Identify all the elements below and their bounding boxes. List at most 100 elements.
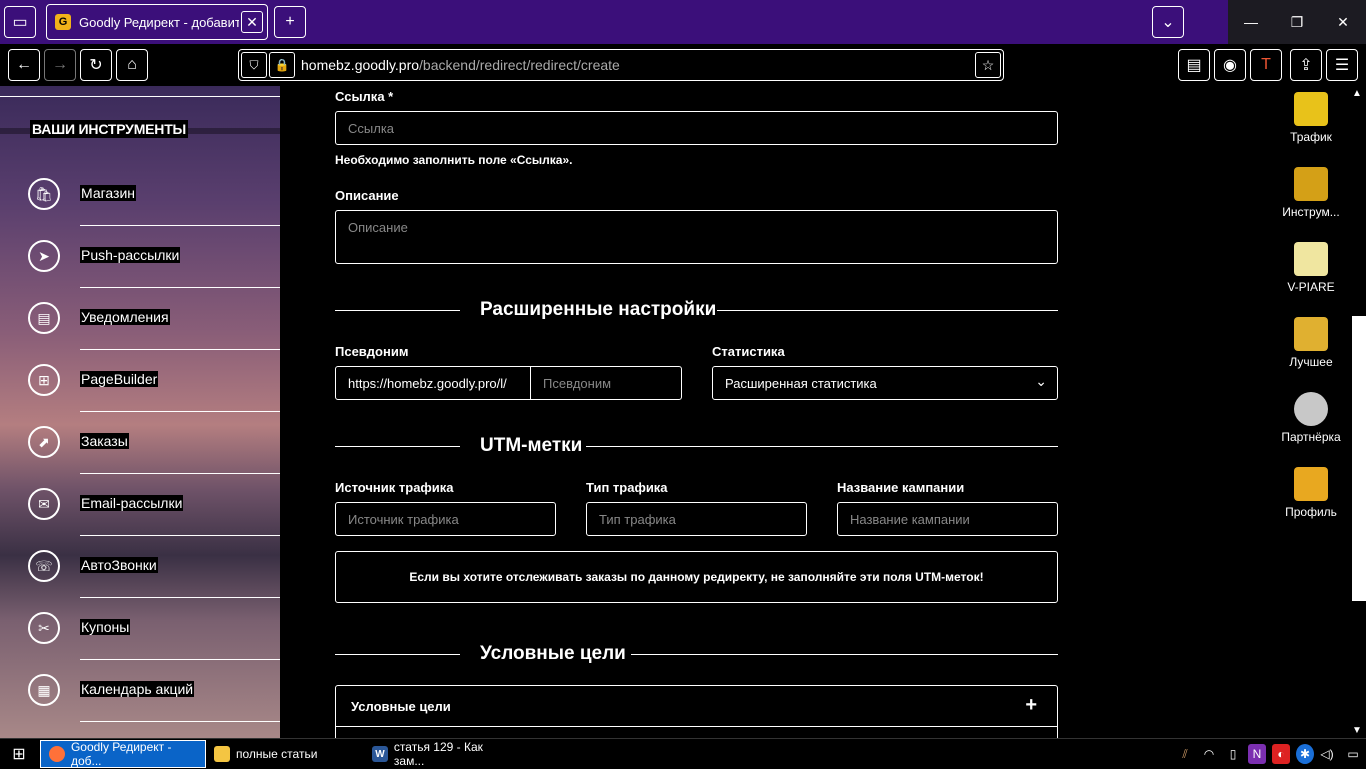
send-icon: ➤ (28, 240, 60, 272)
utm-medium-label: Тип трафика (586, 480, 668, 495)
utm-notice-text: Если вы хотите отслеживать заказы по дан… (409, 570, 984, 584)
browser-nav-bar: ← → ↻ ⌂ ⛉ 🔒 homebz.goodly.pro/backend/re… (0, 44, 1366, 86)
shield-icon[interactable]: ⛉ (241, 52, 267, 78)
coupon-icon: ✂ (28, 612, 60, 644)
sidebar-item-calendar[interactable]: ▦ Календарь акций (0, 660, 280, 722)
extension-icon[interactable]: T (1250, 49, 1282, 81)
link-input[interactable]: Ссылка (335, 111, 1058, 145)
megaphone-icon (1294, 242, 1328, 276)
taskbar-item-folder[interactable]: полные статьи (206, 740, 362, 768)
statistics-select[interactable]: Расширенная статистика ⌄ (712, 366, 1058, 400)
taskbar-item-word[interactable]: W статья 129 - Как зам... (364, 740, 516, 768)
sidebar-item-label: Календарь акций (80, 681, 195, 697)
sidebar-item-label: Email-рассылки (80, 495, 184, 511)
sidebar: ВАШИ ИНСТРУМЕНТЫ 🛍 Магазин ➤ Push-рассыл… (0, 86, 280, 738)
windows-start-icon[interactable]: ⊞ (0, 739, 38, 769)
url-text[interactable]: homebz.goodly.pro/backend/redirect/redir… (301, 57, 620, 73)
volume-icon[interactable]: ◁) (1318, 744, 1336, 764)
award-icon (1294, 317, 1328, 351)
tab-manager-icon[interactable]: ▭ (4, 6, 36, 38)
back-button[interactable]: ← (8, 49, 40, 81)
minimize-button[interactable]: — (1228, 0, 1274, 44)
lock-icon[interactable]: 🔒 (269, 52, 295, 78)
forward-button[interactable]: → (44, 49, 76, 81)
utm-medium-input[interactable]: Тип трафика (586, 502, 807, 536)
url-path: /backend/redirect/redirect/create (419, 57, 620, 73)
page-builder-icon: ⊞ (28, 364, 60, 396)
list-tabs-button[interactable]: ⌄ (1152, 6, 1184, 38)
tray-red-icon[interactable]: ◐ (1272, 744, 1290, 764)
sidebar-item-notifications[interactable]: ▤ Уведомления (0, 288, 280, 350)
divider (80, 721, 280, 722)
divider (335, 446, 460, 447)
tray-n-icon[interactable]: N (1248, 744, 1266, 764)
taskbar: ⊞ Goodly Редирект - доб... полные статьи… (0, 738, 1366, 768)
conditional-goals-title: Условные цели (480, 643, 626, 664)
gear-icon (1294, 392, 1328, 426)
usb-icon[interactable]: ▯ (1224, 744, 1242, 764)
divider (0, 96, 280, 97)
network-icon[interactable]: ◠ (1200, 744, 1218, 764)
page-scrollbar[interactable]: ▲ ▼ (1349, 86, 1366, 738)
sidebar-item-coupons[interactable]: ✂ Купоны (0, 598, 280, 660)
sidebar-item-label: Уведомления (80, 309, 170, 325)
url-domain: homebz.goodly.pro (301, 57, 420, 73)
divider (335, 310, 460, 311)
link-label: Ссылка * (335, 89, 394, 104)
sidebar-item-push[interactable]: ➤ Push-рассылки (0, 226, 280, 288)
alias-label: Псевдоним (335, 344, 409, 359)
menu-icon[interactable]: ☰ (1326, 49, 1358, 81)
sidebar-item-orders[interactable]: ⬈ Заказы (0, 412, 280, 474)
shopping-bag-icon: 🛍 (28, 178, 60, 210)
tray-app-icon[interactable]: ⫽ (1176, 744, 1194, 764)
folder-icon (214, 746, 230, 762)
divider (336, 726, 1057, 727)
taskbar-item-firefox[interactable]: Goodly Редирект - доб... (40, 740, 206, 768)
firefox-icon (49, 746, 65, 762)
statistics-select-value: Расширенная статистика (725, 376, 877, 391)
sidebar-item-label: АвтоЗвонки (80, 557, 158, 573)
utm-campaign-input[interactable]: Название кампании (837, 502, 1058, 536)
home-button[interactable]: ⌂ (116, 49, 148, 81)
bluetooth-icon[interactable]: ✱ (1296, 744, 1314, 764)
share-icon[interactable]: ⇪ (1290, 49, 1322, 81)
close-window-button[interactable]: ✕ (1320, 0, 1366, 44)
conditional-goals-accordion[interactable]: Условные цели + (335, 685, 1058, 738)
main-content: Ссылка * Ссылка Необходимо заполнить пол… (280, 86, 1286, 738)
sidebar-item-label: Магазин (80, 185, 137, 201)
reader-view-icon[interactable]: ▤ (1178, 49, 1210, 81)
chevron-down-icon: ⌄ (1035, 373, 1047, 389)
advanced-settings-title: Расширенные настройки (480, 299, 717, 320)
plus-icon[interactable]: + (1025, 694, 1037, 717)
new-tab-button[interactable]: + (274, 6, 306, 38)
url-bar[interactable]: ⛉ 🔒 homebz.goodly.pro/backend/redirect/r… (238, 49, 1004, 81)
tab-close-icon[interactable]: ✕ (241, 11, 263, 33)
envelope-icon: ✉ (28, 488, 60, 520)
sidebar-item-shop[interactable]: 🛍 Магазин (0, 164, 280, 226)
taskbar-item-label: статья 129 - Как зам... (393, 740, 483, 768)
scroll-thumb[interactable] (1352, 316, 1366, 601)
reload-button[interactable]: ↻ (80, 49, 112, 81)
taskbar-item-label: Goodly Редирект - доб... (70, 740, 172, 768)
utm-source-input[interactable]: Источник трафика (335, 502, 556, 536)
active-tab[interactable]: G Goodly Редирект - добавить ✕ (46, 4, 268, 40)
sidebar-item-autocalls[interactable]: ☏ АвтоЗвонки (0, 536, 280, 598)
description-textarea[interactable]: Описание (335, 210, 1058, 264)
notifications-icon[interactable]: ▭ (1344, 744, 1362, 764)
alias-input[interactable]: Псевдоним (530, 366, 682, 400)
divider (631, 654, 1058, 655)
scroll-up-icon[interactable]: ▲ (1352, 88, 1362, 99)
sidebar-item-email[interactable]: ✉ Email-рассылки (0, 474, 280, 536)
account-icon[interactable]: ◉ (1214, 49, 1246, 81)
mouse-icon (1294, 92, 1328, 126)
basket-icon (1294, 467, 1328, 501)
sidebar-item-pagebuilder[interactable]: ⊞ PageBuilder (0, 350, 280, 412)
restore-button[interactable]: ❐ (1274, 0, 1320, 44)
link-error-text: Необходимо заполнить поле «Ссылка». (335, 153, 573, 167)
scroll-down-icon[interactable]: ▼ (1352, 725, 1362, 736)
divider (335, 654, 460, 655)
bookmark-star-icon[interactable]: ☆ (975, 52, 1001, 78)
sidebar-item-label: Заказы (80, 433, 129, 449)
divider (717, 310, 1058, 311)
calendar-icon: ▦ (28, 674, 60, 706)
